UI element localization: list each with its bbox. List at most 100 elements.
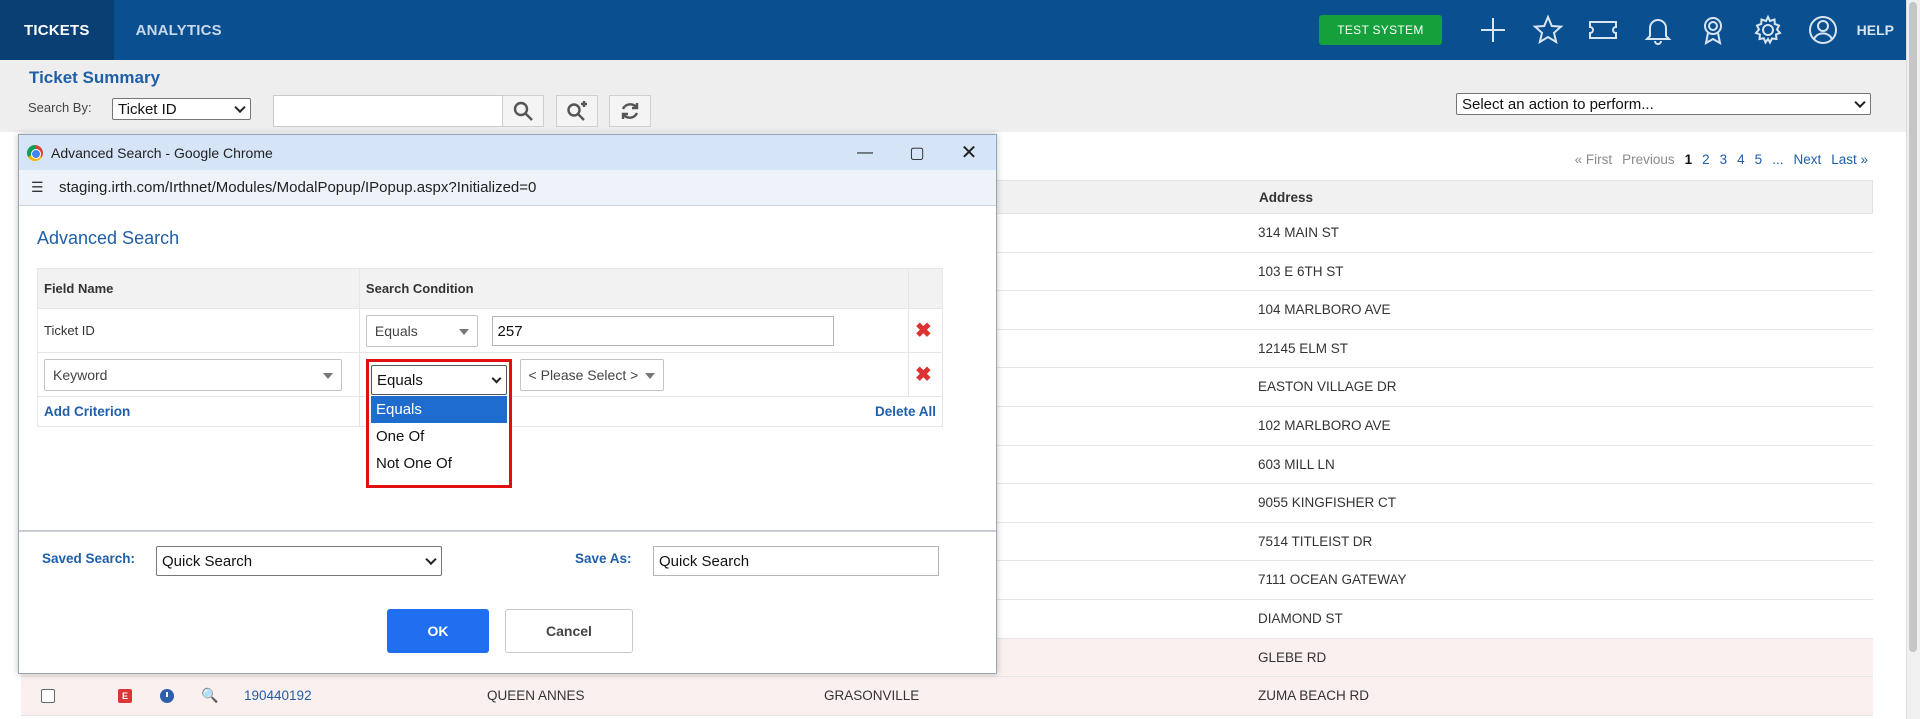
bell-icon[interactable]	[1631, 0, 1686, 60]
scrollbar-thumb[interactable]	[1909, 2, 1917, 652]
condition-select-value: Equals	[377, 371, 423, 389]
saved-search-value: Quick Search	[162, 552, 253, 570]
address-cell: 12145 ELM ST	[1258, 340, 1349, 356]
window-title: Advanced Search - Google Chrome	[51, 144, 273, 161]
divider	[19, 530, 996, 532]
add-criterion-cell: Add Criterion	[37, 396, 360, 427]
condition-select-value: Equals	[374, 322, 418, 339]
search-icon	[513, 101, 533, 121]
delete-column-header	[908, 268, 943, 309]
address-cell: GLEBE RD	[1258, 649, 1327, 665]
saved-search-select[interactable]: Quick Search	[156, 546, 442, 576]
pager-page-4[interactable]: 4	[1737, 152, 1745, 167]
delete-cell: ✖	[908, 308, 943, 353]
pager-page-5[interactable]: 5	[1755, 152, 1763, 167]
url-text[interactable]: staging.irth.com/Irthnet/Modules/ModalPo…	[59, 179, 536, 196]
saved-search-label: Saved Search:	[42, 551, 136, 566]
tab-tickets[interactable]: TICKETS	[0, 0, 114, 60]
search-by-select[interactable]: Ticket ID	[112, 98, 251, 120]
address-cell: 314 MAIN ST	[1258, 225, 1340, 240]
address-cell: DIAMOND ST	[1258, 610, 1343, 626]
address-cell: 102 MARLBORO AVE	[1258, 417, 1391, 433]
cancel-button[interactable]: Cancel	[505, 609, 633, 653]
refresh-icon	[621, 103, 639, 119]
delete-cell: ✖	[908, 352, 943, 397]
tab-analytics[interactable]: ANALYTICS	[114, 0, 244, 60]
search-input[interactable]	[273, 95, 503, 127]
gear-icon[interactable]	[1741, 0, 1796, 60]
chevron-down-icon	[458, 328, 469, 335]
add-icon[interactable]	[1466, 0, 1521, 60]
action-select-value: Select an action to perform...	[1462, 95, 1654, 113]
search-header: Ticket Summary Search By: Ticket ID Sele…	[0, 60, 1906, 132]
search-condition-header: Search Condition	[358, 268, 910, 309]
condition-cell: Equals 257	[358, 308, 910, 353]
chevron-down-icon	[323, 372, 333, 379]
chrome-logo-icon	[27, 144, 43, 161]
option-one-of[interactable]: One Of	[371, 423, 507, 450]
condition-value-input[interactable]: 257	[491, 316, 834, 346]
window-title-bar: Advanced Search - Google Chrome — ▢ ✕	[19, 135, 996, 170]
action-select[interactable]: Select an action to perform...	[1456, 93, 1871, 115]
pager-page-3[interactable]: 3	[1720, 152, 1728, 167]
city-cell: GRASONVILLE	[824, 688, 920, 704]
test-system-badge: TEST SYSTEM	[1319, 15, 1442, 45]
field-name-select-value: Keyword	[53, 366, 108, 383]
ticket-link[interactable]: 190440192	[244, 688, 312, 703]
table-row[interactable]: E 🔍 190440192 QUEEN ANNES GRASONVILLE ZU…	[21, 677, 1873, 716]
row-checkbox[interactable]	[41, 689, 55, 704]
delete-criterion-icon[interactable]: ✖	[915, 320, 932, 342]
advanced-search-window: Advanced Search - Google Chrome — ▢ ✕ ☰ …	[18, 134, 997, 674]
address-column-header[interactable]: Address	[1259, 190, 1313, 205]
field-name-select[interactable]: Keyword	[44, 358, 342, 391]
clock-icon[interactable]	[160, 689, 174, 704]
emergency-badge: E	[118, 689, 132, 704]
field-name-cell: Keyword	[37, 352, 360, 397]
page-title: Ticket Summary	[29, 68, 161, 87]
chevron-down-icon	[234, 101, 246, 114]
address-cell: ZUMA BEACH RD	[1258, 688, 1370, 704]
pagination: « First Previous 1 2 3 4 5 ... Next Last…	[1575, 152, 1868, 167]
criteria-row: Ticket ID Equals 257 ✖	[37, 308, 943, 353]
address-cell: 104 MARLBORO AVE	[1258, 302, 1391, 318]
condition-dropdown-open: Equals Equals One Of Not One Of	[366, 359, 512, 488]
pager-page-2[interactable]: 2	[1702, 152, 1710, 167]
pager-previous: Previous	[1622, 152, 1675, 167]
refresh-button[interactable]	[609, 95, 651, 127]
delete-criterion-icon[interactable]: ✖	[915, 364, 932, 386]
search-icon[interactable]: 🔍	[201, 687, 218, 704]
minimize-button[interactable]: —	[839, 135, 891, 170]
user-icon[interactable]	[1796, 0, 1851, 60]
ok-button[interactable]: OK	[387, 609, 489, 653]
chevron-down-icon	[1854, 96, 1866, 109]
search-button[interactable]	[502, 95, 544, 127]
pager-last[interactable]: Last »	[1831, 152, 1868, 167]
pager-next[interactable]: Next	[1793, 152, 1821, 167]
site-settings-icon[interactable]: ☰	[31, 179, 49, 196]
address-cell: EASTON VILLAGE DR	[1258, 379, 1397, 395]
advanced-search-heading: Advanced Search	[37, 228, 180, 248]
value-select[interactable]: < Please Select >	[519, 358, 664, 391]
help-link[interactable]: HELP	[1857, 22, 1894, 38]
search-by-value: Ticket ID	[118, 100, 177, 118]
option-equals[interactable]: Equals	[371, 396, 507, 423]
save-as-input[interactable]: Quick Search	[653, 546, 939, 576]
search-plus-icon	[567, 101, 587, 121]
award-icon[interactable]	[1686, 0, 1741, 60]
close-button[interactable]: ✕	[943, 135, 995, 170]
page-scrollbar[interactable]	[1906, 0, 1920, 719]
delete-all-link[interactable]: Delete All	[875, 404, 936, 419]
address-cell: 603 MILL LN	[1258, 456, 1335, 472]
add-criterion-link[interactable]: Add Criterion	[44, 404, 130, 419]
maximize-button[interactable]: ▢	[891, 135, 943, 170]
top-nav-bar: TICKETS ANALYTICS TEST SYSTEM HELP	[0, 0, 1906, 60]
ticket-icon[interactable]	[1576, 0, 1631, 60]
option-not-one-of[interactable]: Not One Of	[371, 450, 507, 477]
condition-select[interactable]: Equals	[371, 365, 507, 395]
value-select-value: < Please Select >	[528, 366, 639, 383]
condition-select[interactable]: Equals	[365, 314, 478, 347]
star-icon[interactable]	[1521, 0, 1576, 60]
pager-ellipsis[interactable]: ...	[1772, 152, 1783, 167]
advanced-search-button[interactable]	[556, 95, 598, 127]
chevron-down-icon	[425, 553, 437, 566]
